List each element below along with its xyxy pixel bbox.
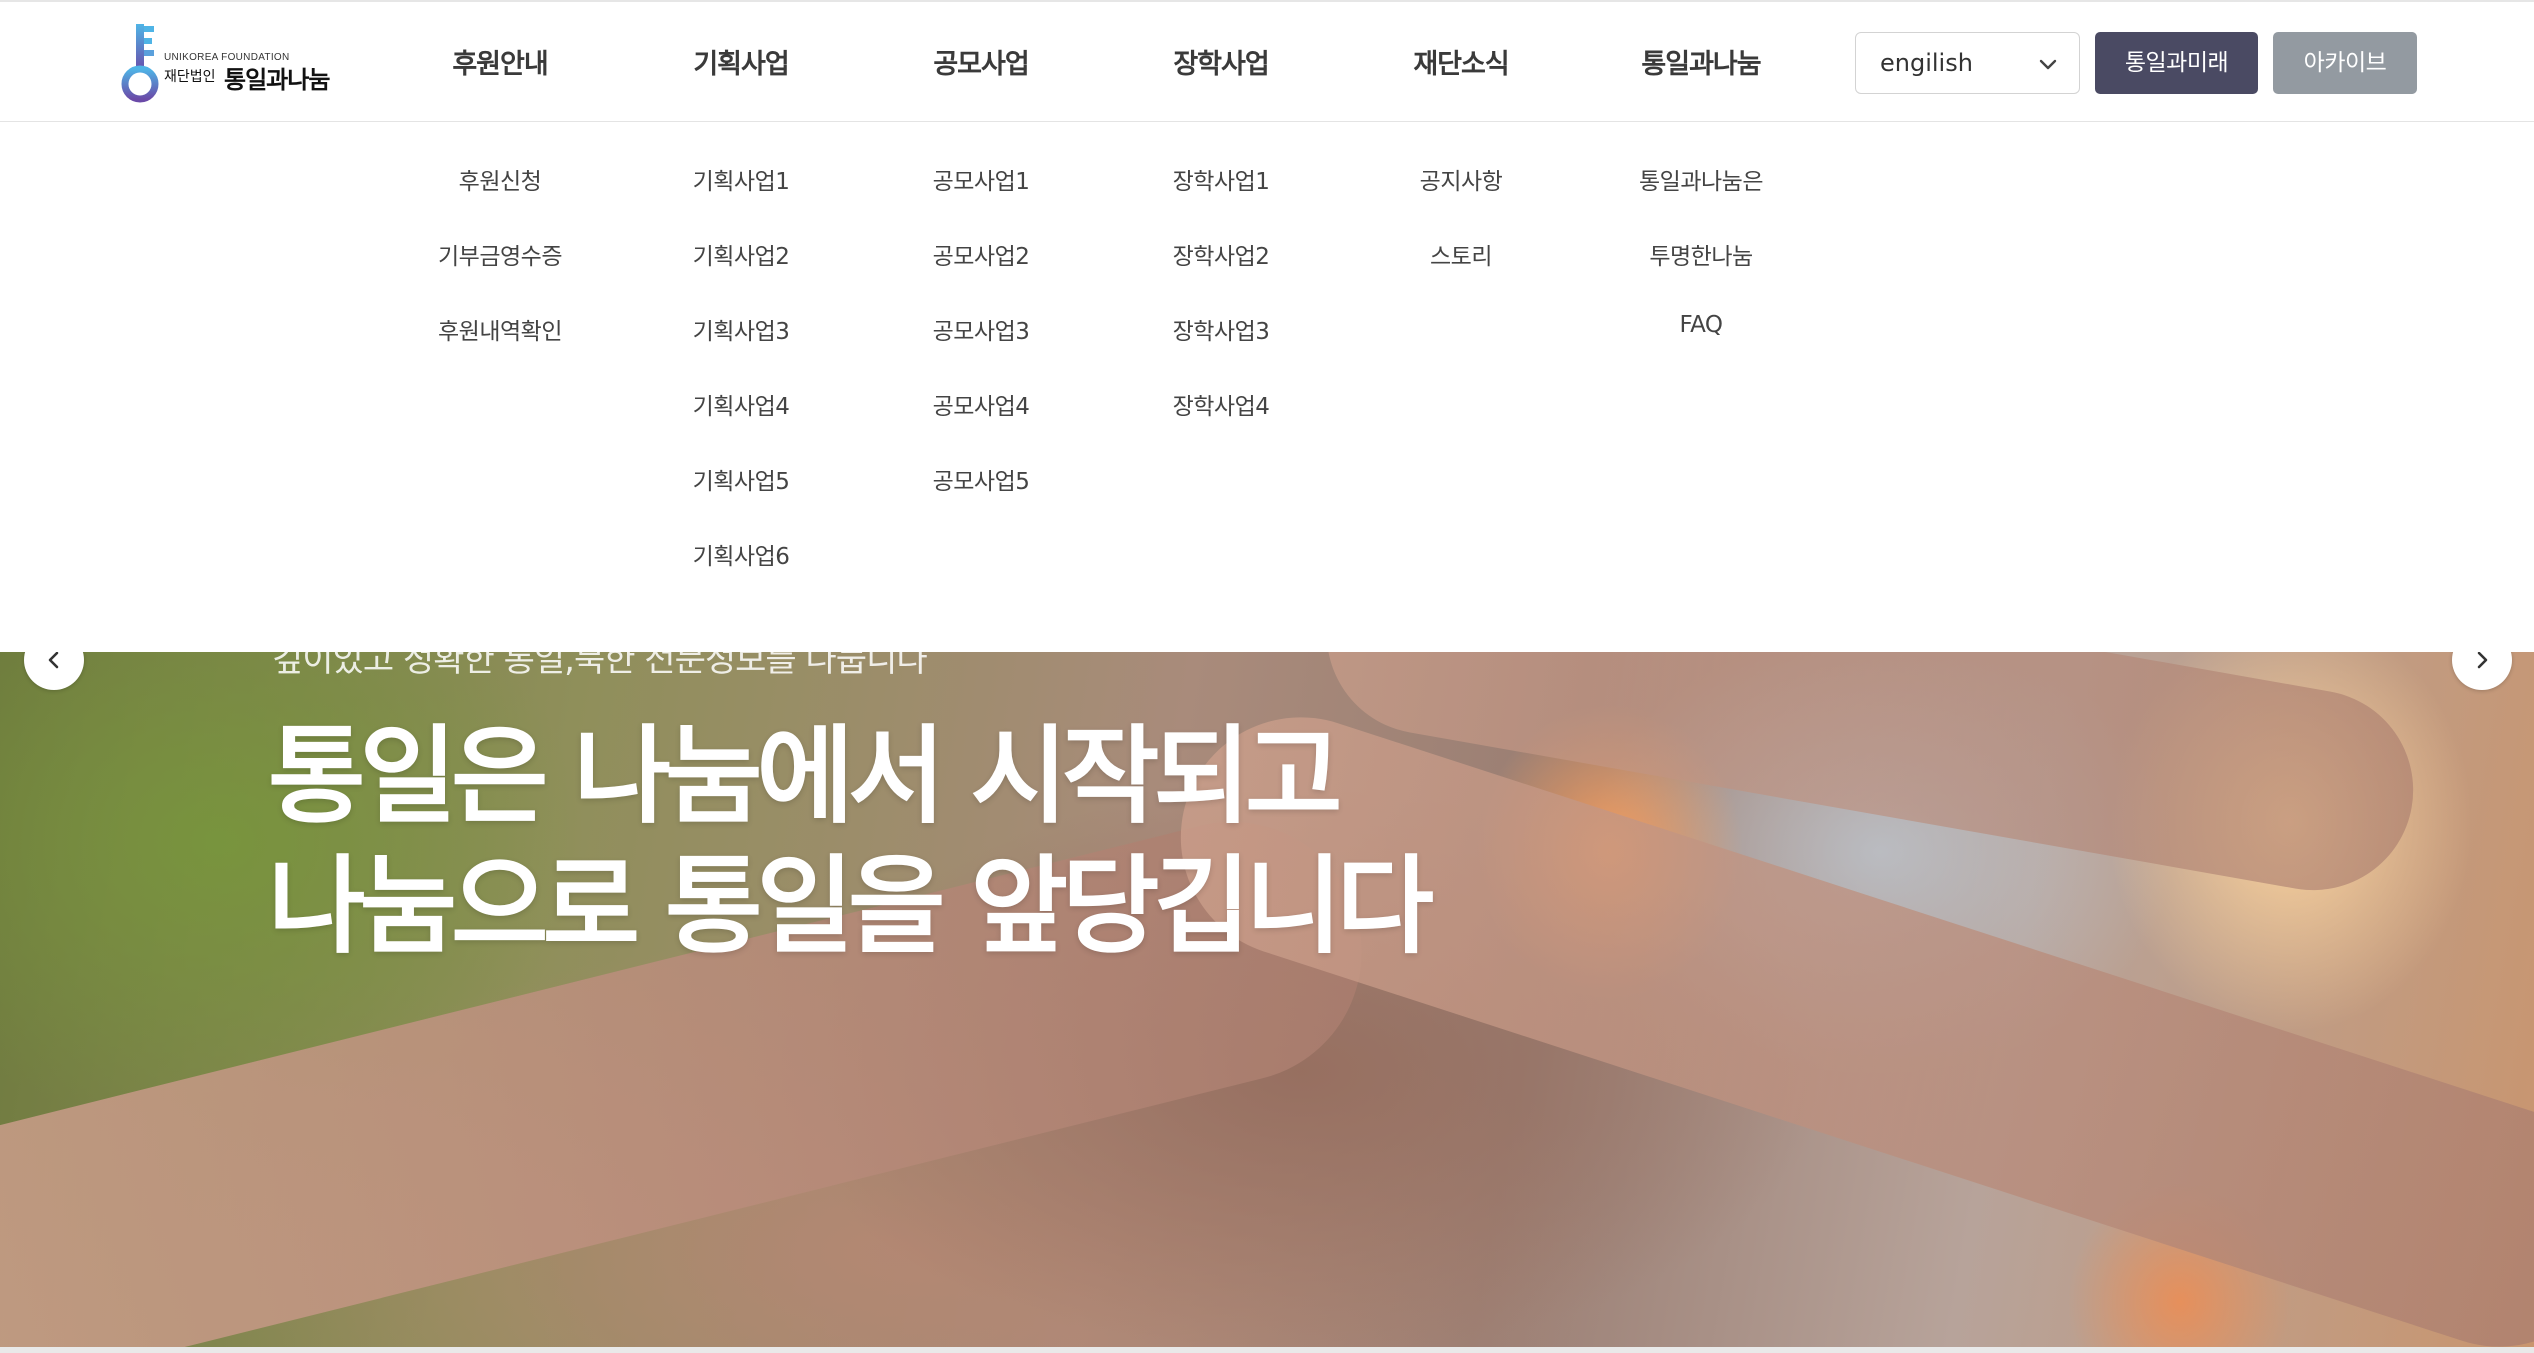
submenu-foundation-news: 공지사항 스토리 bbox=[1351, 162, 1571, 312]
submenu-item[interactable]: 기획사업3 bbox=[631, 312, 851, 387]
hero-subtitle: 깊이있고 정확한 통일,북한 전문정보를 나눕니다 bbox=[272, 652, 928, 680]
submenu-item[interactable]: 공지사항 bbox=[1351, 162, 1571, 237]
chevron-left-icon bbox=[48, 651, 59, 669]
submenu-about: 통일과나눔은 투명한나눔 FAQ bbox=[1591, 162, 1811, 387]
submenu-item[interactable]: 기획사업2 bbox=[631, 237, 851, 312]
hero-banner: 깊이있고 정확한 통일,북한 전문정보를 나눕니다 통일은 나눔에서 시작되고 … bbox=[0, 652, 2534, 1347]
site-header: UNIKOREA FOUNDATION 재단법인 통일과나눔 후원안내 기획사업… bbox=[0, 0, 2534, 122]
nav-about[interactable]: 통일과나눔 bbox=[1611, 42, 1791, 81]
submenu-item[interactable]: 기획사업1 bbox=[631, 162, 851, 237]
nav-open-call-projects[interactable]: 공모사업 bbox=[891, 42, 1071, 81]
submenu-item[interactable]: 기획사업4 bbox=[631, 387, 851, 462]
language-select[interactable]: engilish bbox=[1855, 32, 2080, 94]
mega-menu-panel: 후원신청 기부금영수증 후원내역확인 기획사업1 기획사업2 기획사업3 기획사… bbox=[0, 122, 2534, 652]
unification-future-button[interactable]: 통일과미래 bbox=[2095, 32, 2258, 94]
submenu-item[interactable]: FAQ bbox=[1591, 312, 1811, 387]
hero-title-line: 통일은 나눔에서 시작되고 bbox=[268, 715, 1343, 838]
submenu-item[interactable]: 장학사업1 bbox=[1111, 162, 1331, 237]
submenu-item[interactable]: 스토리 bbox=[1351, 237, 1571, 312]
submenu-item[interactable]: 공모사업3 bbox=[871, 312, 1091, 387]
submenu-item[interactable]: 장학사업2 bbox=[1111, 237, 1331, 312]
submenu-item[interactable]: 후원신청 bbox=[390, 162, 610, 237]
submenu-item[interactable]: 공모사업4 bbox=[871, 387, 1091, 462]
archive-button[interactable]: 아카이브 bbox=[2273, 32, 2417, 94]
hero-title-line: 나눔으로 통일을 앞당깁니다 bbox=[268, 845, 1434, 968]
nav-planned-projects[interactable]: 기획사업 bbox=[651, 42, 831, 81]
submenu-scholarship: 장학사업1 장학사업2 장학사업3 장학사업4 bbox=[1111, 162, 1331, 462]
submenu-item[interactable]: 기획사업5 bbox=[631, 462, 851, 537]
submenu-item[interactable]: 통일과나눔은 bbox=[1591, 162, 1811, 237]
submenu-item[interactable]: 기부금영수증 bbox=[390, 237, 610, 312]
submenu-support: 후원신청 기부금영수증 후원내역확인 bbox=[390, 162, 610, 387]
nav-foundation-news[interactable]: 재단소식 bbox=[1371, 42, 1551, 81]
submenu-item[interactable]: 후원내역확인 bbox=[390, 312, 610, 387]
chevron-down-icon bbox=[2039, 59, 2057, 70]
chevron-right-icon bbox=[2477, 651, 2488, 669]
language-selected-value: engilish bbox=[1880, 49, 1973, 77]
submenu-item[interactable]: 투명한나눔 bbox=[1591, 237, 1811, 312]
submenu-item[interactable]: 공모사업5 bbox=[871, 462, 1091, 537]
submenu-item[interactable]: 장학사업3 bbox=[1111, 312, 1331, 387]
submenu-item[interactable]: 기획사업6 bbox=[631, 537, 851, 612]
submenu-open-call-projects: 공모사업1 공모사업2 공모사업3 공모사업4 공모사업5 bbox=[871, 162, 1091, 537]
nav-scholarship[interactable]: 장학사업 bbox=[1131, 42, 1311, 81]
hero-title: 통일은 나눔에서 시작되고 나눔으로 통일을 앞당깁니다 bbox=[268, 712, 1434, 972]
submenu-planned-projects: 기획사업1 기획사업2 기획사업3 기획사업4 기획사업5 기획사업6 bbox=[631, 162, 851, 612]
submenu-item[interactable]: 장학사업4 bbox=[1111, 387, 1331, 462]
submenu-item[interactable]: 공모사업1 bbox=[871, 162, 1091, 237]
submenu-item[interactable]: 공모사업2 bbox=[871, 237, 1091, 312]
page-bottom-divider bbox=[0, 1347, 2534, 1353]
nav-support[interactable]: 후원안내 bbox=[410, 42, 590, 81]
